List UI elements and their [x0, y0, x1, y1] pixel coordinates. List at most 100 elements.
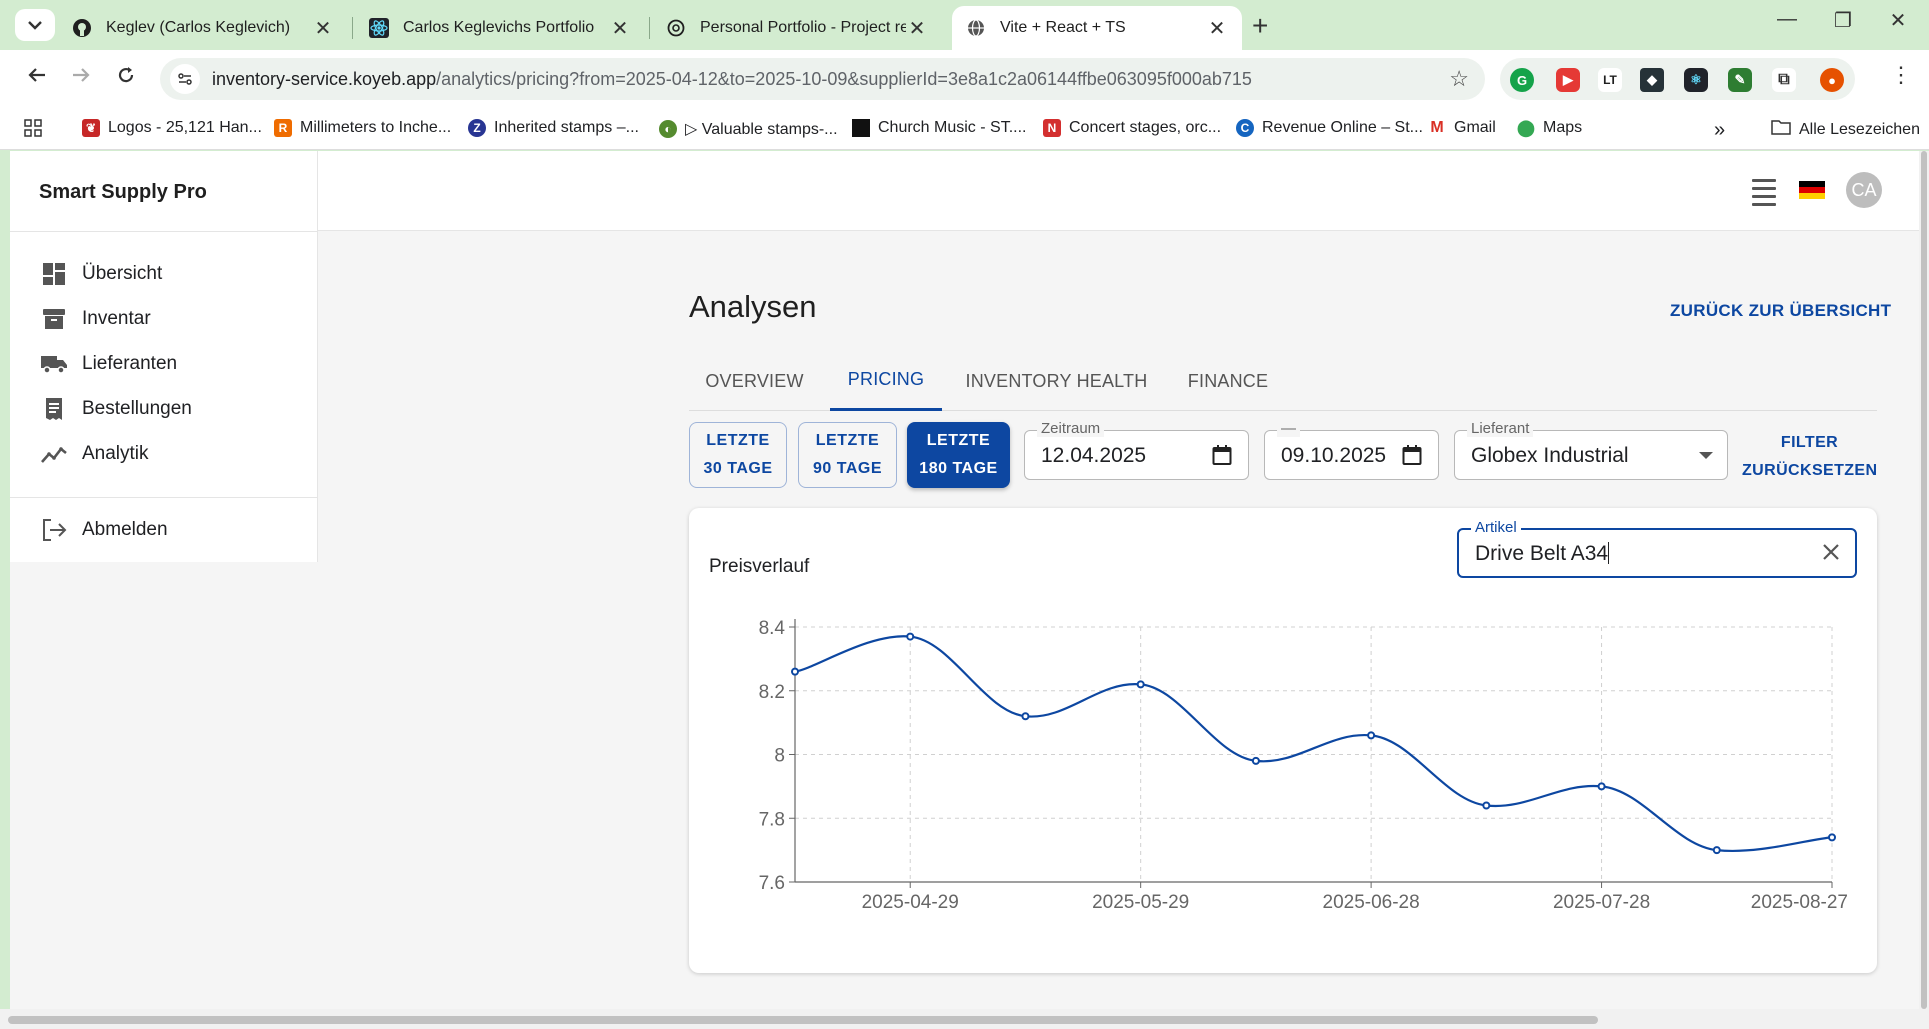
restore-button[interactable]: ❐ [1818, 8, 1868, 33]
from-date-field[interactable]: Zeitraum 12.04.2025 [1024, 420, 1249, 480]
y-tick-label: 8.4 [759, 618, 786, 639]
bookmark-star-icon[interactable]: ☆ [1449, 66, 1469, 92]
horizontal-scrollbar[interactable] [0, 1009, 1929, 1029]
calendar-icon[interactable] [1402, 444, 1422, 471]
react-devtools-icon[interactable]: ⚛ [1684, 68, 1708, 92]
supplier-label: Lieferant [1467, 420, 1534, 437]
bookmark-item[interactable]: ◐ ▷ Valuable stamps-... [659, 119, 838, 139]
tab-overview[interactable]: OVERVIEW [689, 351, 820, 411]
sidebar-item-label: Bestellungen [82, 398, 192, 419]
vertical-scrollbar[interactable] [1919, 151, 1929, 1009]
logout-icon [40, 516, 68, 544]
bookmark-item[interactable]: R Millimeters to Inche... [274, 119, 451, 137]
range-90-days-button[interactable]: LETZTE 90 TAGE [798, 422, 897, 488]
page-viewport: Smart Supply Pro Übersicht Inventar Lief… [10, 151, 1919, 1009]
sidebar-item-inventory[interactable]: Inventar [10, 297, 318, 341]
truck-icon [40, 350, 68, 378]
calendar-icon[interactable] [1212, 444, 1232, 471]
range-180-days-button[interactable]: LETZTE 180 TAGE [907, 422, 1010, 488]
shield-extension-icon[interactable]: ◆ [1640, 68, 1664, 92]
grammarly-icon[interactable]: G [1510, 68, 1534, 92]
sidebar-item-orders[interactable]: Bestellungen [10, 387, 318, 431]
scrollbar-thumb[interactable] [1921, 151, 1927, 1009]
sidebar-item-overview[interactable]: Übersicht [10, 252, 318, 296]
extensions-puzzle-icon[interactable]: ⧉ [1772, 68, 1796, 92]
pen-extension-icon[interactable]: ✎ [1728, 68, 1752, 92]
github-icon [72, 18, 92, 38]
chevron-down-icon [28, 21, 42, 30]
x-tick-label: 2025-06-28 [1323, 892, 1420, 913]
data-point [1021, 712, 1030, 721]
tab-title: Carlos Keglevichs Portfolio [403, 19, 595, 36]
tab-finance[interactable]: FINANCE [1171, 351, 1285, 411]
bookmark-item[interactable]: C Revenue Online – St... [1236, 119, 1423, 137]
reload-button[interactable] [111, 65, 141, 91]
close-tab-icon[interactable]: ✕ [906, 16, 928, 41]
scrollbar-thumb[interactable] [8, 1016, 1598, 1024]
german-flag-icon[interactable] [1799, 181, 1825, 199]
x-tick-label: 2025-07-28 [1553, 892, 1650, 913]
url-text: inventory-service.koyeb.app/analytics/pr… [212, 69, 1252, 90]
close-tab-icon[interactable]: ✕ [609, 16, 631, 41]
tab-pricing[interactable]: PRICING [830, 351, 942, 411]
back-button[interactable] [22, 65, 52, 91]
y-tick-label: 8.2 [759, 682, 785, 703]
supplier-select[interactable]: Lieferant Globex Industrial [1454, 420, 1728, 480]
reset-filters-button[interactable]: FILTER ZURÜCKSETZEN [1742, 429, 1877, 485]
languagetool-icon[interactable]: LT [1598, 68, 1622, 92]
r-logo-icon: R [274, 119, 292, 137]
minimize-button[interactable]: — [1762, 8, 1812, 31]
browser-tab-project-review[interactable]: Personal Portfolio - Project revie ✕ [652, 6, 942, 50]
extensions-area: G ▶ LT ◆ ⚛ ✎ ⧉ ● [1500, 58, 1855, 100]
browser-tab-strip: Keglev (Carlos Keglevich) ✕ Carlos Kegle… [0, 0, 1929, 50]
tab-inventory-health[interactable]: INVENTORY HEALTH [952, 351, 1161, 411]
close-window-button[interactable]: ✕ [1873, 8, 1923, 33]
to-date-value: 09.10.2025 [1281, 444, 1387, 467]
to-date-label: — [1277, 420, 1300, 437]
bookmark-item[interactable]: Church Music - ST.... [852, 119, 1026, 137]
bookmark-item[interactable]: ❦ Logos - 25,121 Han... [82, 119, 262, 137]
reload-icon [118, 67, 134, 83]
pepper-icon: ❦ [82, 119, 100, 137]
sidebar-item-logout[interactable]: Abmelden [10, 508, 318, 552]
dropdown-arrow-icon [1699, 452, 1713, 459]
sidebar-item-analytics[interactable]: Analytik [10, 432, 318, 476]
y-tick-label: 7.6 [759, 873, 785, 894]
avatar[interactable]: CA [1846, 172, 1882, 208]
all-bookmarks-button[interactable]: Alle Lesezeichen [1771, 119, 1920, 140]
bookmark-item[interactable]: M Gmail [1428, 119, 1496, 137]
browser-tab-github[interactable]: Keglev (Carlos Keglevich) ✕ [58, 6, 348, 50]
bookmark-item[interactable]: N Concert stages, orc... [1043, 119, 1221, 137]
from-date-value: 12.04.2025 [1041, 444, 1147, 467]
back-to-overview-button[interactable]: ZURÜCK ZUR ÜBERSICHT [1670, 301, 1891, 321]
bookmark-item[interactable]: ⬤ Maps [1517, 119, 1582, 137]
bookmark-item[interactable]: Z Inherited stamps –... [468, 119, 639, 137]
browser-tab-vite[interactable]: Vite + React + TS ✕ [952, 6, 1242, 50]
analytics-icon [40, 440, 68, 468]
sidebar-item-suppliers[interactable]: Lieferanten [10, 342, 318, 386]
to-date-field[interactable]: — 09.10.2025 [1264, 420, 1439, 480]
more-bookmarks-icon[interactable]: » [1714, 119, 1725, 142]
apps-grid-icon[interactable] [24, 119, 42, 137]
forward-button[interactable] [66, 65, 96, 91]
range-30-days-button[interactable]: LETZTE 30 TAGE [689, 422, 787, 488]
brand-title: Smart Supply Pro [39, 181, 207, 203]
close-tab-icon[interactable]: ✕ [312, 16, 334, 41]
address-bar[interactable]: inventory-service.koyeb.app/analytics/pr… [160, 58, 1485, 100]
site-info-icon[interactable] [170, 64, 200, 94]
y-tick-label: 8 [774, 746, 785, 767]
tab-search-button[interactable] [15, 9, 55, 41]
drop-icon: ◐ [659, 120, 677, 138]
sidebar-item-label: Übersicht [82, 263, 163, 284]
sidebar-item-label: Inventar [82, 308, 151, 329]
browser-tab-portfolio[interactable]: Carlos Keglevichs Portfolio ✕ [355, 6, 645, 50]
page-title: Analysen [689, 289, 817, 324]
close-tab-icon[interactable]: ✕ [1206, 16, 1228, 41]
app-bar: CA [318, 151, 1919, 231]
new-tab-button[interactable]: + [1252, 10, 1268, 42]
youtube-extension-icon[interactable]: ▶ [1556, 68, 1580, 92]
gmail-icon: M [1428, 119, 1446, 137]
menu-icon[interactable] [1752, 179, 1776, 211]
profile-icon[interactable]: ● [1820, 68, 1844, 92]
browser-menu-icon[interactable]: ⋮ [1890, 62, 1912, 88]
